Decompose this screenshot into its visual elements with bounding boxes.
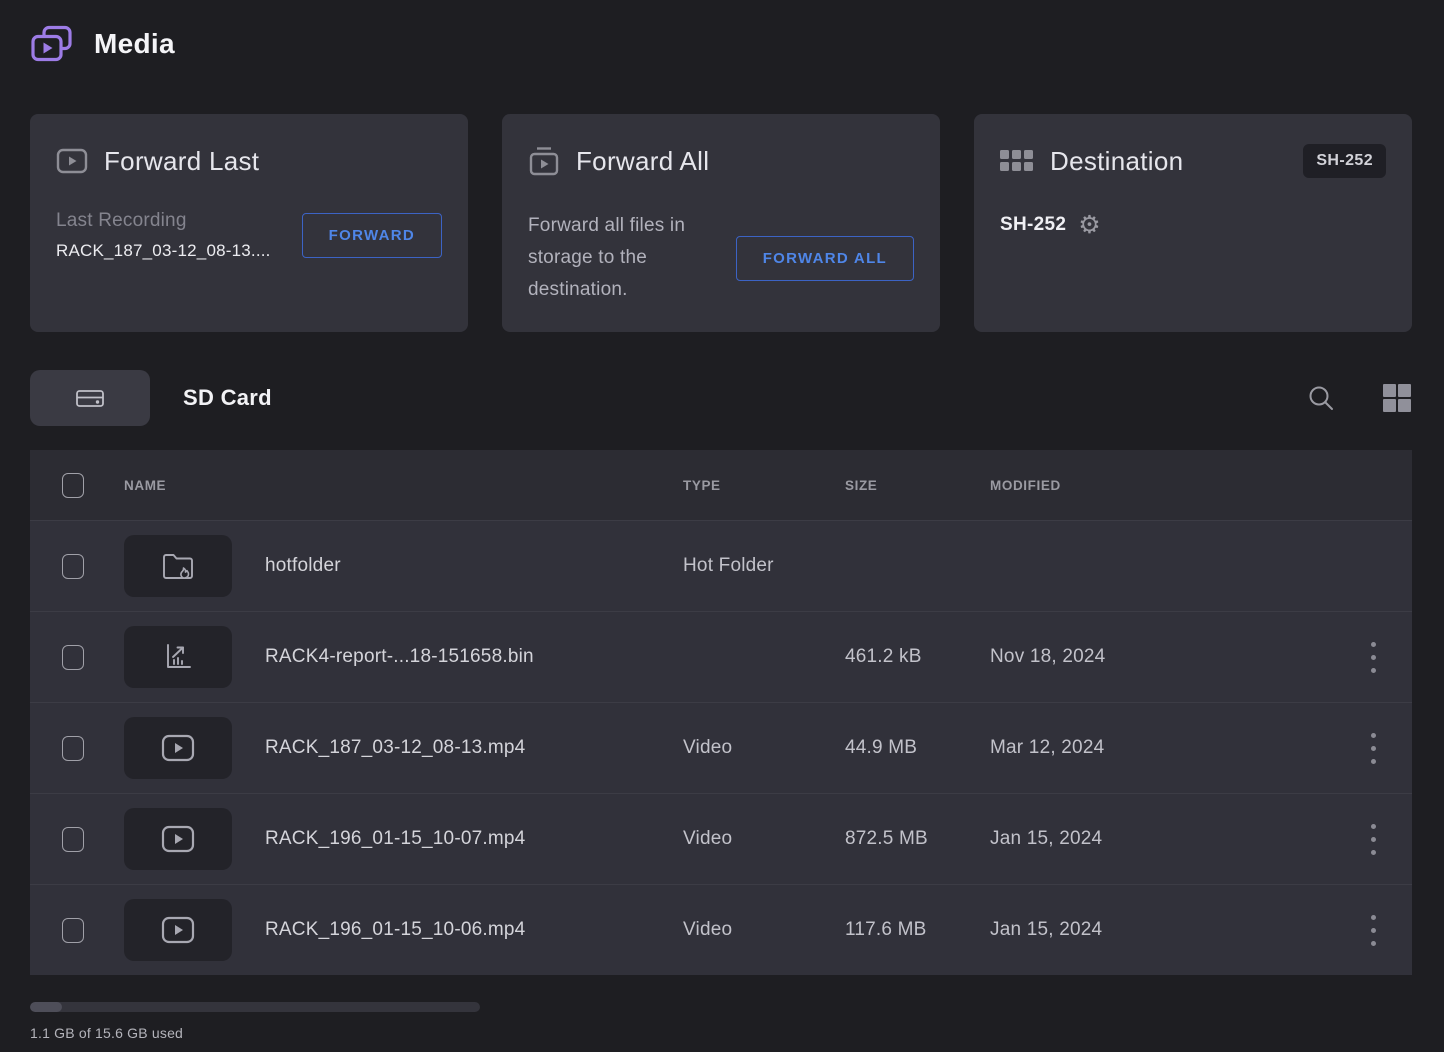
storage-toolbar: SD Card [30, 370, 1412, 426]
forwarding-cards: Forward Last Last Recording RACK_187_03-… [30, 114, 1412, 332]
forward-all-card: Forward All Forward all files in storage… [502, 114, 940, 332]
table-row: RACK_187_03-12_08-13.mp4 Video 44.9 MB M… [30, 702, 1412, 793]
column-header-name: NAME [124, 478, 265, 493]
column-header-modified: MODIFIED [990, 478, 1334, 493]
table-row: hotfolder Hot Folder [30, 520, 1412, 611]
file-thumbnail [124, 717, 232, 779]
file-type: Video [683, 919, 845, 941]
destination-value: SH-252 [1000, 214, 1066, 236]
storage-source-title: SD Card [183, 385, 272, 411]
sd-card-source-button[interactable] [30, 370, 150, 426]
forward-all-icon [528, 146, 560, 176]
forward-button[interactable]: FORWARD [302, 213, 442, 258]
file-size: 117.6 MB [845, 919, 990, 941]
grid-view-button[interactable] [1382, 383, 1412, 413]
storage-usage: 1.1 GB of 15.6 GB used [30, 1002, 1412, 1041]
row-checkbox[interactable] [62, 736, 84, 761]
file-name[interactable]: RACK_196_01-15_10-07.mp4 [265, 828, 683, 850]
destination-badge: SH-252 [1303, 144, 1386, 178]
report-chart-icon [162, 641, 194, 673]
file-thumbnail [124, 626, 232, 688]
forward-last-title: Forward Last [104, 146, 259, 177]
search-icon [1306, 383, 1336, 413]
hot-folder-icon [161, 551, 195, 581]
row-menu-kebab-icon[interactable] [1334, 900, 1412, 960]
last-recording-label: Last Recording [56, 210, 271, 232]
forward-all-description: Forward all files in storage to the dest… [528, 210, 736, 306]
row-menu-kebab-icon[interactable] [1334, 627, 1412, 687]
table-row: RACK4-report-...18-151658.bin 461.2 kB N… [30, 611, 1412, 702]
video-play-icon [161, 916, 195, 944]
file-modified: Mar 12, 2024 [990, 737, 1334, 759]
file-type: Video [683, 828, 845, 850]
storage-usage-bar[interactable] [30, 1002, 480, 1012]
file-name[interactable]: RACK_196_01-15_10-06.mp4 [265, 919, 683, 941]
file-type: Video [683, 737, 845, 759]
storage-usage-fill [30, 1002, 62, 1012]
destination-grid-icon [1000, 150, 1034, 172]
sd-card-icon [73, 383, 107, 413]
table-row: RACK_196_01-15_10-07.mp4 Video 872.5 MB … [30, 793, 1412, 884]
media-page: Media Forward Last Last Recording RACK_1… [0, 0, 1444, 1041]
column-header-type: TYPE [683, 478, 845, 493]
file-name[interactable]: hotfolder [265, 555, 683, 577]
row-menu-kebab-icon[interactable] [1334, 809, 1412, 869]
select-all-checkbox[interactable] [62, 473, 84, 498]
storage-usage-text: 1.1 GB of 15.6 GB used [30, 1025, 1412, 1041]
video-play-icon [161, 734, 195, 762]
destination-settings-gear-icon[interactable]: ⚙ [1078, 212, 1100, 237]
file-size: 872.5 MB [845, 828, 990, 850]
media-icon [30, 24, 74, 64]
grid-view-icon [1382, 383, 1412, 413]
forward-all-button[interactable]: FORWARD ALL [736, 236, 914, 281]
video-play-icon [161, 825, 195, 853]
row-checkbox[interactable] [62, 645, 84, 670]
file-modified: Nov 18, 2024 [990, 646, 1334, 668]
row-menu-kebab-icon[interactable] [1334, 718, 1412, 778]
page-title: Media [94, 28, 175, 60]
table-header: NAME TYPE SIZE MODIFIED [30, 450, 1412, 520]
forward-last-icon [56, 148, 88, 174]
search-button[interactable] [1306, 383, 1336, 413]
row-checkbox[interactable] [62, 918, 84, 943]
page-header: Media [30, 16, 1412, 72]
file-table: NAME TYPE SIZE MODIFIED hotfo [30, 450, 1412, 975]
file-name[interactable]: RACK4-report-...18-151658.bin [265, 646, 683, 668]
file-thumbnail [124, 535, 232, 597]
file-name[interactable]: RACK_187_03-12_08-13.mp4 [265, 737, 683, 759]
destination-card: Destination SH-252 SH-252 ⚙ [974, 114, 1412, 332]
file-modified: Jan 15, 2024 [990, 828, 1334, 850]
file-type: Hot Folder [683, 555, 845, 577]
forward-last-card: Forward Last Last Recording RACK_187_03-… [30, 114, 468, 332]
table-row: RACK_196_01-15_10-06.mp4 Video 117.6 MB … [30, 884, 1412, 975]
forward-all-title: Forward All [576, 146, 709, 177]
file-thumbnail [124, 899, 232, 961]
file-modified: Jan 15, 2024 [990, 919, 1334, 941]
destination-title: Destination [1050, 146, 1183, 177]
row-checkbox[interactable] [62, 554, 84, 579]
file-size: 461.2 kB [845, 646, 990, 668]
file-size: 44.9 MB [845, 737, 990, 759]
column-header-size: SIZE [845, 478, 990, 493]
file-thumbnail [124, 808, 232, 870]
row-checkbox[interactable] [62, 827, 84, 852]
last-recording-name: RACK_187_03-12_08-13.... [56, 241, 271, 261]
